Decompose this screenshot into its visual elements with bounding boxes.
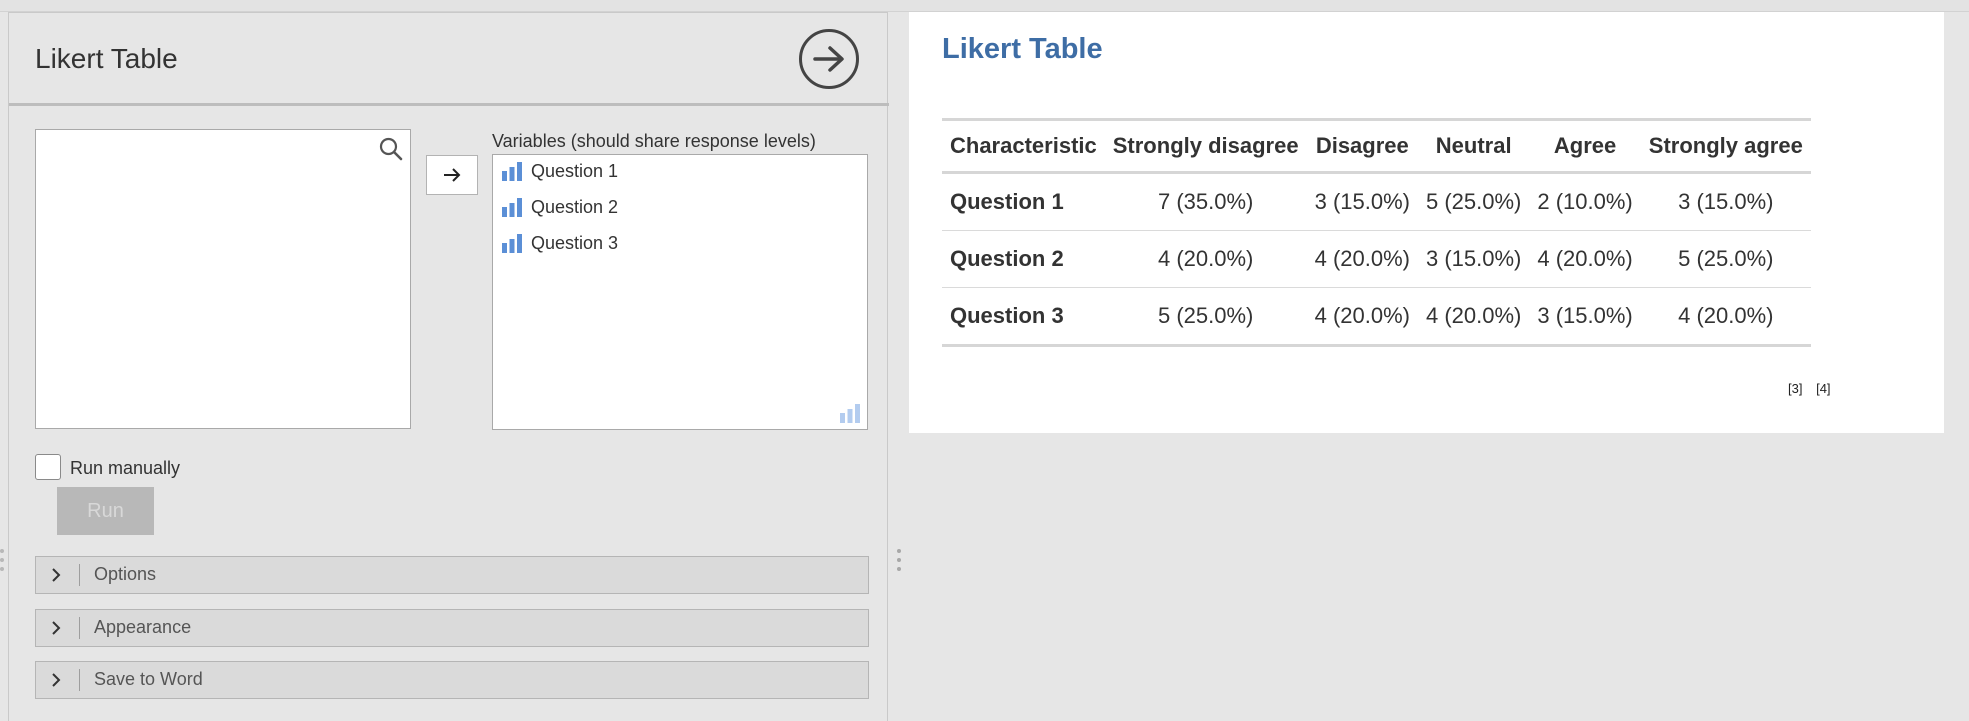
- section-divider: [79, 617, 80, 639]
- table-cell: 7 (35.0%): [1104, 172, 1307, 231]
- reference-link[interactable]: [3]: [1788, 381, 1802, 396]
- ordinal-type-hint-icon: [840, 404, 860, 423]
- variables-label: Variables (should share response levels): [492, 131, 816, 151]
- table-cell: 4 (20.0%): [1306, 230, 1418, 288]
- table-cell: 4 (20.0%): [1417, 287, 1530, 347]
- ordinal-bar-icon: [502, 162, 522, 181]
- run-manually-checkbox[interactable]: [35, 454, 61, 480]
- options-panel: Likert Table Variables (should share res…: [8, 12, 889, 721]
- available-variables-list[interactable]: [35, 129, 411, 429]
- variable-label: Question 3: [531, 232, 619, 253]
- section-label: Appearance: [94, 617, 192, 637]
- table-cell: 5 (25.0%): [1104, 287, 1307, 347]
- column-header: Strongly agree: [1648, 133, 1803, 158]
- table-header-row: Characteristic Strongly disagree Disagre…: [942, 119, 1811, 173]
- top-bar: [0, 0, 1969, 12]
- run-manually-label: Run manually: [70, 458, 181, 478]
- section-options[interactable]: Options: [35, 556, 869, 594]
- likert-table: Characteristic Strongly disagree Disagre…: [942, 118, 1811, 347]
- table-cell: 3 (15.0%): [1417, 230, 1530, 288]
- section-save-to-word[interactable]: Save to Word: [35, 661, 869, 699]
- table-cell: 2 (10.0%): [1529, 172, 1641, 231]
- column-header: Strongly disagree: [1112, 133, 1299, 158]
- reference-link[interactable]: [4]: [1816, 381, 1830, 396]
- results-title: Likert Table: [942, 33, 1103, 65]
- column-header: Agree: [1553, 133, 1617, 158]
- ordinal-bar-icon: [502, 198, 522, 217]
- column-header: Characteristic: [950, 133, 1097, 158]
- run-button[interactable]: Run: [57, 487, 154, 535]
- variable-item[interactable]: Question 3: [501, 228, 618, 258]
- column-header: Disagree: [1315, 133, 1409, 158]
- row-header: Question 1: [942, 172, 1105, 231]
- variable-item[interactable]: Question 2: [501, 192, 618, 222]
- variable-label: Question 2: [531, 196, 619, 217]
- results-panel: Likert Table Characteristic Strongly dis…: [909, 12, 1944, 433]
- section-divider: [79, 669, 80, 691]
- table-row: Question 1 7 (35.0%) 3 (15.0%) 5 (25.0%)…: [942, 172, 1811, 231]
- section-label: Options: [94, 564, 157, 584]
- table-cell: 4 (20.0%): [1529, 230, 1641, 288]
- chevron-right-icon: [52, 621, 61, 635]
- table-cell: 3 (15.0%): [1529, 287, 1641, 347]
- left-splitter-handle[interactable]: [0, 549, 5, 575]
- panel-splitter-handle[interactable]: [896, 549, 902, 575]
- move-variables-button[interactable]: [426, 155, 478, 195]
- table-cell: 5 (25.0%): [1640, 230, 1811, 288]
- arrow-circle-right-icon: [813, 46, 844, 72]
- table-cell: 5 (25.0%): [1417, 172, 1530, 231]
- variable-item[interactable]: Question 1: [501, 156, 618, 186]
- search-icon[interactable]: [378, 136, 404, 162]
- row-header: Question 3: [942, 287, 1105, 347]
- table-cell: 4 (20.0%): [1104, 230, 1307, 288]
- go-to-results-button[interactable]: [799, 29, 859, 89]
- table-row: Question 3 5 (25.0%) 4 (20.0%) 4 (20.0%)…: [942, 287, 1811, 347]
- table-row: Question 2 4 (20.0%) 4 (20.0%) 3 (15.0%)…: [942, 230, 1811, 288]
- arrow-right-icon: [444, 168, 461, 182]
- column-header: Neutral: [1435, 133, 1512, 158]
- table-cell: 4 (20.0%): [1306, 287, 1418, 347]
- section-label: Save to Word: [94, 669, 203, 689]
- panel-title: Likert Table: [35, 43, 178, 74]
- row-header: Question 2: [942, 230, 1105, 288]
- section-appearance[interactable]: Appearance: [35, 609, 869, 647]
- table-cell: 3 (15.0%): [1306, 172, 1418, 231]
- title-divider: [9, 103, 889, 106]
- chevron-right-icon: [52, 568, 61, 582]
- table-cell: 4 (20.0%): [1640, 287, 1811, 347]
- variable-label: Question 1: [531, 160, 619, 181]
- selected-variables-list[interactable]: Question 1 Question 2 Question 3: [492, 154, 868, 430]
- section-divider: [79, 564, 80, 586]
- ordinal-bar-icon: [502, 234, 522, 253]
- chevron-right-icon: [52, 673, 61, 687]
- table-cell: 3 (15.0%): [1640, 172, 1811, 231]
- references: [3] [4]: [1778, 381, 1831, 396]
